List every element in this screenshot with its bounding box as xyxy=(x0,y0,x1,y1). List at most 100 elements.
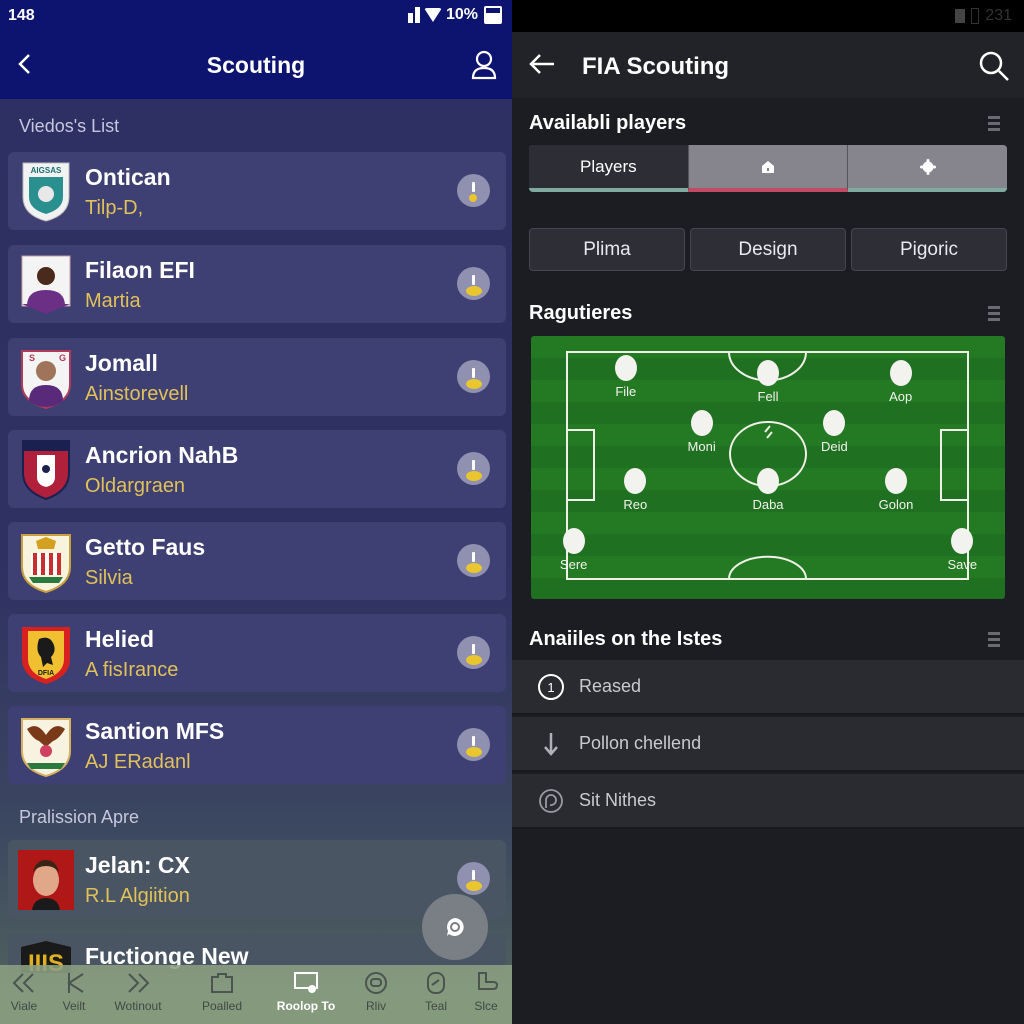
nav-label: Viale xyxy=(10,999,38,1013)
action-label: Pollon chellend xyxy=(579,733,702,753)
formation-player[interactable]: Golon xyxy=(866,467,926,512)
filter-chips: Plima Design Pigoric xyxy=(529,228,1007,271)
nav-item-wotinout[interactable]: Wotinout xyxy=(108,971,168,1013)
player-card[interactable]: SG Jomall Ainstorevell xyxy=(8,338,506,416)
scout-action-button[interactable] xyxy=(457,862,490,895)
nav-label: Rliv xyxy=(366,999,386,1013)
player-marker-icon xyxy=(951,528,974,555)
svg-text:S: S xyxy=(29,353,35,363)
status-time: 231 xyxy=(985,7,1012,24)
page-title: Scouting xyxy=(206,52,306,78)
player-club: Oldargraen xyxy=(85,475,186,497)
app-header: FIA Scouting xyxy=(512,32,1024,98)
fingerprint-icon xyxy=(539,788,563,813)
player-marker-icon xyxy=(757,467,779,494)
action-row[interactable]: Sit Nithes xyxy=(512,774,1024,829)
boot-icon xyxy=(478,972,499,990)
player-position-label: Golon xyxy=(878,496,914,512)
player-name: Filaon EFI xyxy=(85,257,195,283)
scout-action-button[interactable] xyxy=(457,452,490,485)
player-club: R.L Algiition xyxy=(85,885,190,907)
svg-text:1: 1 xyxy=(547,680,554,695)
player-position-label: Daba xyxy=(752,496,784,512)
formation-player[interactable]: Moni xyxy=(672,409,732,454)
club-crest-icon xyxy=(22,440,70,501)
player-club: Tilp-D, xyxy=(85,197,144,219)
formation-player[interactable]: Reo xyxy=(605,467,665,512)
formation-player[interactable]: Aop xyxy=(871,359,931,404)
club-crest-icon xyxy=(21,718,71,777)
club-crest-icon: AIGSAS xyxy=(22,162,70,222)
arrow-left-icon[interactable] xyxy=(528,52,556,76)
formation-player[interactable]: Daba xyxy=(738,467,798,512)
folder-icon xyxy=(211,973,233,993)
section-title-available: Availabli players xyxy=(529,112,687,134)
scouting-app-panel: 148 10% Scouting Viedos's List AIGSAS On… xyxy=(0,0,512,1024)
chat-fab-button[interactable] xyxy=(422,894,488,960)
user-icon[interactable] xyxy=(470,50,498,80)
player-card[interactable]: Getto Faus Silvia xyxy=(8,522,506,600)
nav-item-rliv[interactable]: Rliv xyxy=(346,971,406,1013)
player-marker-icon xyxy=(823,409,846,436)
scout-action-button[interactable] xyxy=(457,544,490,577)
scout-action-button[interactable] xyxy=(457,174,490,207)
app-header: Scouting xyxy=(0,32,512,99)
svg-text:AIGSAS: AIGSAS xyxy=(31,166,62,175)
player-name: Santion MFS xyxy=(85,718,225,744)
menu-icon[interactable] xyxy=(988,632,1000,650)
search-icon[interactable] xyxy=(978,50,1010,82)
battery-percent: 10% xyxy=(445,6,478,23)
player-card[interactable]: AIGSAS Ontican Tilp-D, xyxy=(8,152,506,230)
scout-action-button[interactable] xyxy=(457,728,490,761)
player-card[interactable]: Ancrion NahB Oldargraen xyxy=(8,430,506,508)
tab-settings[interactable] xyxy=(848,145,1007,192)
player-marker-icon xyxy=(690,409,713,436)
action-row[interactable]: 1 Reased xyxy=(512,660,1024,715)
menu-icon[interactable] xyxy=(988,116,1000,134)
formation-pitch: File Fell Aop Moni Deid Reo Daba Golon Sere Save xyxy=(531,336,1005,599)
nav-item-veilt[interactable]: Veilt xyxy=(44,971,104,1013)
formation-player[interactable]: Fell xyxy=(738,359,798,404)
section-label-videos: Viedos's List xyxy=(19,116,120,136)
bottom-navigation: Viale Veilt Wotinout Poalled Roolop To R… xyxy=(0,965,512,1024)
menu-icon[interactable] xyxy=(988,306,1000,324)
nav-item-poalled[interactable]: Poalled xyxy=(192,971,252,1013)
filter-chip[interactable]: Design xyxy=(690,228,846,271)
action-row[interactable]: Pollon chellend xyxy=(512,717,1024,772)
home-icon xyxy=(762,160,774,173)
formation-player[interactable]: Deid xyxy=(804,409,864,454)
scout-action-button[interactable] xyxy=(457,267,490,300)
tab-home[interactable] xyxy=(687,145,849,192)
player-card[interactable]: Santion MFS AJ ERadanl xyxy=(8,706,506,784)
player-name: Getto Faus xyxy=(85,534,206,560)
scout-action-button[interactable] xyxy=(457,636,490,669)
formation-player[interactable]: Sere xyxy=(544,528,604,572)
player-club: A fisIrance xyxy=(85,659,179,681)
player-marker-icon xyxy=(757,359,779,386)
double-chevron-right-icon xyxy=(128,973,150,993)
action-label: Reased xyxy=(579,676,642,696)
circle-badge-icon xyxy=(365,972,387,994)
player-club: Ainstorevell xyxy=(85,383,189,405)
player-name: Ancrion NahB xyxy=(85,442,239,468)
scout-action-button[interactable] xyxy=(457,360,490,393)
number-one-circle-icon: 1 xyxy=(538,673,564,700)
action-label: Sit Nithes xyxy=(579,790,657,810)
formation-player[interactable]: Save xyxy=(932,528,992,572)
filter-chip[interactable]: Pigoric xyxy=(851,228,1007,271)
player-position-label: Deid xyxy=(820,438,848,454)
player-position-label: Sere xyxy=(559,557,588,573)
filter-chip[interactable]: Plima xyxy=(529,228,685,271)
formation-player[interactable]: File xyxy=(596,354,656,399)
player-marker-icon xyxy=(624,467,647,494)
nav-item-roolop-to[interactable]: Roolop To xyxy=(276,971,336,1013)
notification-icon xyxy=(955,9,966,23)
tab-players[interactable]: Players xyxy=(529,145,688,192)
player-card[interactable]: DFIA Helied A fisIrance xyxy=(8,614,506,692)
nav-item-slce[interactable]: Slce xyxy=(456,971,512,1013)
player-marker-icon xyxy=(614,354,637,381)
section-title-formation: Ragutieres xyxy=(529,302,633,324)
player-card[interactable]: Filaon EFI Martia xyxy=(8,245,506,323)
player-club: AJ ERadanl xyxy=(85,751,191,773)
svg-text:DFIA: DFIA xyxy=(38,670,54,677)
